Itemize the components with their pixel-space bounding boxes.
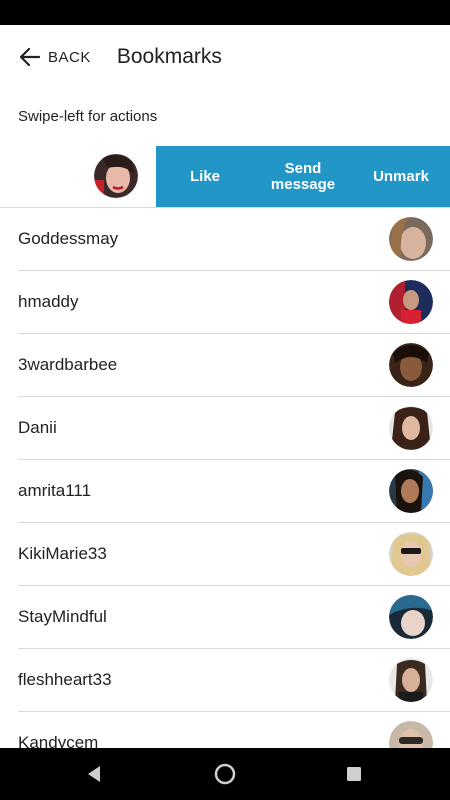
username: Goddessmay	[18, 229, 119, 248]
bookmark-list[interactable]: Goddessmay hmaddy 3wardbarbee Danii amri…	[0, 208, 450, 748]
list-item[interactable]: Goddessmay	[18, 208, 450, 271]
username: Danii	[18, 418, 57, 437]
list-item[interactable]: Danii	[18, 397, 450, 460]
app-bar: BACK Bookmarks	[0, 25, 450, 89]
back-label: BACK	[48, 48, 91, 66]
status-bar	[0, 0, 450, 25]
square-recents-icon[interactable]	[342, 762, 366, 786]
back-button[interactable]: BACK	[20, 37, 91, 77]
username: Kandycem	[18, 733, 99, 748]
list-item[interactable]: KikiMarie33	[18, 523, 450, 586]
like-button[interactable]: Like	[156, 146, 254, 208]
username: fleshheart33	[18, 670, 112, 689]
username: 3wardbarbee	[18, 355, 118, 374]
like-label: Like	[189, 168, 220, 185]
avatar	[389, 658, 433, 702]
username: amrita111	[18, 481, 92, 500]
swipe-hint: Swipe-left for actions	[18, 108, 158, 125]
send-message-button[interactable]: Send message	[254, 146, 352, 208]
avatar	[94, 154, 138, 198]
avatar	[389, 280, 433, 324]
list-item[interactable]: StayMindful	[18, 586, 450, 649]
circle-home-icon[interactable]	[213, 762, 237, 786]
swiped-list-item[interactable]: Like Send message Unmark	[0, 146, 450, 208]
list-item[interactable]: amrita111	[18, 460, 450, 523]
send-message-label-line-1: Send	[284, 160, 322, 177]
arrow-left-icon	[20, 48, 40, 66]
username: StayMindful	[18, 607, 107, 626]
page-title: Bookmarks	[116, 45, 222, 68]
unmark-label: Unmark	[373, 168, 429, 185]
list-item[interactable]: fleshheart33	[18, 649, 450, 712]
navigation-bar	[0, 748, 450, 800]
list-item[interactable]: Kandycem	[18, 712, 450, 748]
list-item[interactable]: 3wardbarbee	[18, 334, 450, 397]
avatar	[389, 721, 433, 748]
avatar	[389, 532, 433, 576]
avatar	[389, 595, 433, 639]
list-item[interactable]: hmaddy	[18, 271, 450, 334]
username: KikiMarie33	[18, 544, 107, 563]
avatar	[389, 406, 433, 450]
send-message-label: Send message	[263, 161, 343, 193]
send-message-label-line-2: message	[270, 176, 336, 193]
avatar	[389, 343, 433, 387]
username: hmaddy	[18, 292, 79, 311]
avatar	[389, 469, 433, 513]
triangle-back-icon[interactable]	[82, 762, 106, 786]
avatar	[389, 217, 433, 261]
unmark-button[interactable]: Unmark	[352, 146, 450, 208]
swipe-actions: Like Send message Unmark	[156, 146, 450, 208]
